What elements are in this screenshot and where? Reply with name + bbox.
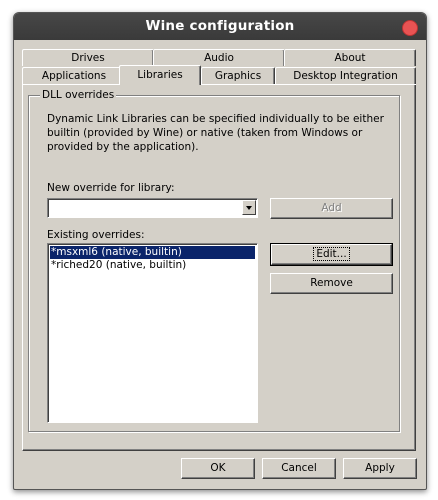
edit-button[interactable]: Edit...: [270, 243, 393, 266]
cancel-button[interactable]: Cancel: [262, 458, 336, 479]
remove-button-label: Remove: [310, 277, 353, 289]
add-button-label: Add: [321, 202, 342, 214]
tab-libraries[interactable]: Libraries: [119, 65, 201, 85]
list-item[interactable]: *riched20 (native, builtin): [50, 259, 255, 272]
tab-drives-label: Drives: [71, 52, 105, 64]
tab-about-label: About: [334, 52, 366, 64]
new-override-combobox[interactable]: [47, 198, 258, 218]
tab-desktop-integration[interactable]: Desktop Integration: [275, 67, 416, 84]
window-title: Wine configuration: [145, 18, 295, 34]
tab-about[interactable]: About: [284, 49, 416, 66]
tab-applications[interactable]: Applications: [22, 67, 126, 84]
tab-applications-label: Applications: [41, 70, 107, 82]
existing-overrides-list[interactable]: *msxml6 (native, builtin) *riched20 (nat…: [47, 243, 258, 423]
remove-button[interactable]: Remove: [270, 273, 393, 294]
existing-overrides-label: Existing overrides:: [47, 228, 145, 242]
apply-button[interactable]: Apply: [343, 458, 417, 479]
cancel-button-label: Cancel: [281, 462, 317, 474]
tab-graphics-label: Graphics: [214, 70, 262, 82]
dll-description: Dynamic Link Libraries can be specified …: [47, 113, 384, 153]
tab-separator: [22, 84, 119, 85]
ok-button-label: OK: [210, 462, 226, 474]
ok-button[interactable]: OK: [181, 458, 255, 479]
tab-separator: [201, 84, 416, 85]
edit-button-label: Edit...: [313, 247, 350, 261]
close-icon[interactable]: [402, 20, 418, 36]
title-bar[interactable]: Wine configuration: [14, 13, 426, 40]
tab-desktop-integration-label: Desktop Integration: [293, 70, 398, 82]
tab-drives[interactable]: Drives: [22, 49, 154, 66]
add-button[interactable]: Add: [270, 198, 393, 219]
new-override-label: New override for library:: [47, 181, 175, 195]
dll-overrides-label: DLL overrides: [40, 88, 117, 102]
tab-libraries-label: Libraries: [137, 69, 183, 81]
tab-audio[interactable]: Audio: [153, 49, 285, 66]
apply-button-label: Apply: [365, 462, 395, 474]
chevron-down-icon[interactable]: [242, 200, 256, 215]
list-item[interactable]: *msxml6 (native, builtin): [50, 246, 255, 259]
existing-overrides-label-text: Existing overrides:: [47, 229, 145, 241]
tab-graphics[interactable]: Graphics: [201, 67, 275, 84]
new-override-label-text: New override for library:: [47, 182, 175, 194]
tab-audio-label: Audio: [204, 52, 234, 64]
